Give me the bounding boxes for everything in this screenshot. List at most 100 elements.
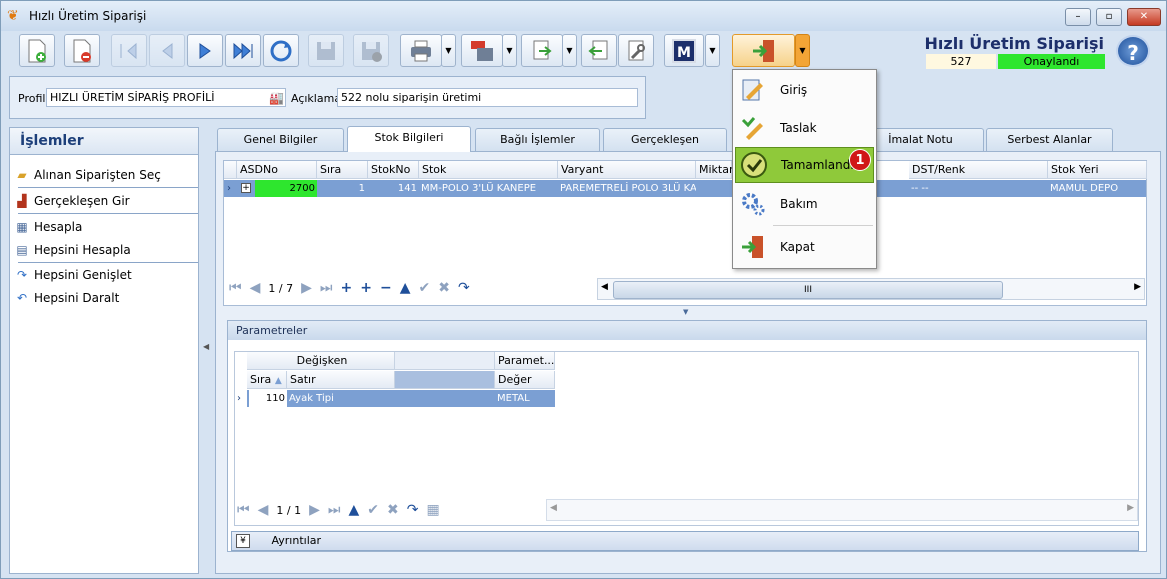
status-dropdown[interactable]: ▼ xyxy=(795,34,810,67)
scroll-right-icon[interactable]: ▶ xyxy=(1127,503,1134,513)
grid2-navigator: ⏮ ◀ 1 / 1 ▶ ⏭ ▲ ✔ ✖ ↷ ▦ xyxy=(237,502,448,518)
collapse-all-item[interactable]: ↶ Hepsini Daralt xyxy=(14,288,119,308)
previous-record-button[interactable] xyxy=(149,34,185,67)
m-button[interactable]: M xyxy=(664,34,704,67)
undo-icon[interactable]: ↷ xyxy=(407,502,419,518)
exit-door-icon xyxy=(738,232,768,262)
cancel-icon[interactable]: ✖ xyxy=(438,280,450,296)
first-record-button[interactable] xyxy=(111,34,147,67)
confirm-icon[interactable]: ✔ xyxy=(418,280,430,296)
tab-stok-bilgileri[interactable]: Stok Bilgileri xyxy=(347,126,471,152)
export-button[interactable] xyxy=(521,34,563,67)
expand-all-item[interactable]: ↷ Hepsini Genişlet xyxy=(14,265,132,285)
next-page-icon[interactable]: ▶ xyxy=(301,280,312,296)
aciklama-field[interactable]: 522 nolu siparişin üretimi xyxy=(337,88,638,107)
move-up-icon[interactable]: ▲ xyxy=(400,280,411,296)
col-satir-etiketi[interactable]: Satır Etiketi/Değişken xyxy=(287,371,395,404)
minimize-button[interactable]: – xyxy=(1065,8,1091,26)
menu-item-bakim[interactable]: Bakım xyxy=(735,186,874,222)
col-miktar[interactable]: Miktar xyxy=(696,161,734,179)
calculate-all-item[interactable]: ▤ Hepsini Hesapla xyxy=(14,240,130,260)
tab-bagli-islemler[interactable]: Bağlı İşlemler xyxy=(475,128,600,151)
panel-splitter[interactable]: ◀ xyxy=(200,127,212,574)
import-button[interactable] xyxy=(581,34,617,67)
pdf-export-button[interactable] xyxy=(461,34,503,67)
m-dropdown[interactable]: ▼ xyxy=(705,34,720,67)
profil-field[interactable]: HIZLI ÜRETİM SİPARİŞ PROFİLİ xyxy=(46,88,286,107)
last-record-button[interactable] xyxy=(225,34,261,67)
menu-item-taslak[interactable]: Taslak xyxy=(735,110,874,146)
prev-page-icon[interactable]: ◀ xyxy=(258,502,269,518)
delete-document-button[interactable] xyxy=(64,34,100,67)
grid-options-icon[interactable]: ▦ xyxy=(426,502,439,518)
tab-serbest-alanlar[interactable]: Serbest Alanlar xyxy=(986,128,1113,151)
col-dst-renk[interactable]: DST/Renk xyxy=(909,161,1048,179)
col-asdno[interactable]: ASDNo xyxy=(237,161,317,179)
close-button[interactable]: ✕ xyxy=(1127,8,1161,26)
scroll-right-icon[interactable]: ▶ xyxy=(1134,282,1141,292)
exit-door-icon xyxy=(752,39,774,62)
enter-realized-item[interactable]: ▟ Gerçekleşen Gir xyxy=(14,191,129,211)
menu-divider xyxy=(773,225,873,226)
maximize-button[interactable]: ▫ xyxy=(1096,8,1122,26)
col-stokno[interactable]: StokNo xyxy=(368,161,419,179)
col-deger[interactable]: Değer xyxy=(495,371,555,389)
status-button[interactable] xyxy=(732,34,795,67)
scroll-left-icon[interactable]: ◀ xyxy=(601,282,608,292)
first-page-icon[interactable]: ⏮ xyxy=(237,502,250,518)
print-dropdown[interactable]: ▼ xyxy=(441,34,456,67)
scroll-thumb[interactable]: III xyxy=(613,281,1003,299)
calculate-item[interactable]: ▦ Hesapla xyxy=(14,217,82,237)
export-icon xyxy=(533,40,552,59)
save-button[interactable] xyxy=(308,34,344,67)
help-button[interactable]: ? xyxy=(1116,35,1150,67)
col-stok[interactable]: Stok xyxy=(419,161,558,179)
add-row-icon[interactable]: + xyxy=(340,280,352,296)
expand-details-icon[interactable]: ¥ xyxy=(236,534,250,548)
pdf-dropdown[interactable]: ▼ xyxy=(502,34,517,67)
prev-page-icon[interactable]: ◀ xyxy=(250,280,261,296)
row-indicator-header xyxy=(224,161,237,179)
calculator-all-icon: ▤ xyxy=(16,243,28,257)
select-from-order-item[interactable]: ▰ Alınan Siparişten Seç xyxy=(14,165,161,185)
cancel-icon[interactable]: ✖ xyxy=(387,502,399,518)
splitter-arrow-icon[interactable]: ▼ xyxy=(683,308,688,316)
next-record-button[interactable] xyxy=(187,34,223,67)
horizontal-scrollbar-2[interactable]: ◀ ▶ xyxy=(546,499,1138,521)
cell-etiket: Ayak Tipi xyxy=(289,393,334,404)
last-page-icon[interactable]: ⏭ xyxy=(320,280,333,296)
first-page-icon[interactable]: ⏮ xyxy=(229,280,242,296)
menu-label: Giriş xyxy=(780,83,808,97)
print-button[interactable] xyxy=(400,34,442,67)
menu-item-giris[interactable]: Giriş xyxy=(735,72,874,108)
refresh-button[interactable] xyxy=(263,34,299,67)
menu-item-kapat[interactable]: Kapat xyxy=(735,229,874,265)
expand-row-icon[interactable]: + xyxy=(241,183,251,193)
col-varyant[interactable]: Varyant xyxy=(558,161,696,179)
delete-row-icon[interactable]: − xyxy=(380,280,392,296)
menu-label: Kapat xyxy=(780,240,815,254)
tab-gerceklesen[interactable]: Gerçekleşen xyxy=(603,128,727,151)
undo-icon[interactable]: ↷ xyxy=(458,280,470,296)
col-sira[interactable]: Sıra xyxy=(317,161,368,179)
op-label: Alınan Siparişten Seç xyxy=(34,168,161,182)
horizontal-scrollbar[interactable]: ◀ III ▶ xyxy=(597,278,1145,300)
save-close-button[interactable] xyxy=(353,34,389,67)
tab-genel-bilgiler[interactable]: Genel Bilgiler xyxy=(217,128,344,151)
group-header-degisken: Değişken xyxy=(247,352,395,370)
scroll-left-icon[interactable]: ◀ xyxy=(550,503,557,513)
cell-asdno: 2700 xyxy=(255,180,317,197)
col-stok-yeri[interactable]: Stok Yeri xyxy=(1048,161,1147,179)
col-sira[interactable]: Sıra ▲ xyxy=(247,371,287,389)
tools-button[interactable] xyxy=(618,34,654,67)
sort-asc-icon: ▲ xyxy=(274,376,282,386)
confirm-icon[interactable]: ✔ xyxy=(367,502,379,518)
add-child-row-icon[interactable]: + xyxy=(360,280,372,296)
move-up-icon[interactable]: ▲ xyxy=(348,502,359,518)
new-document-button[interactable] xyxy=(19,34,55,67)
export-dropdown[interactable]: ▼ xyxy=(562,34,577,67)
first-record-icon xyxy=(120,42,137,59)
last-page-icon[interactable]: ⏭ xyxy=(328,502,341,518)
details-bar[interactable]: ¥ Ayrıntılar xyxy=(231,531,1139,551)
next-page-icon[interactable]: ▶ xyxy=(309,502,320,518)
